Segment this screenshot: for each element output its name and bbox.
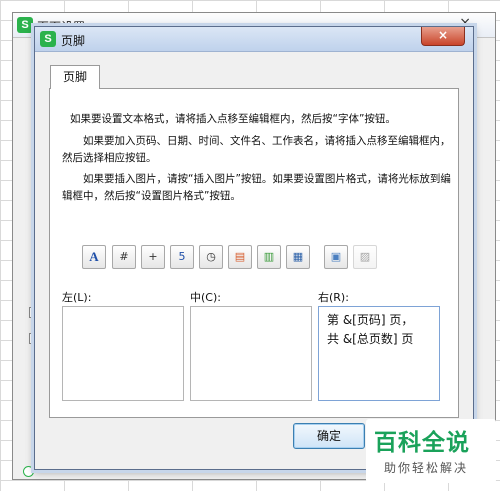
center-section-label: 中(C):	[190, 291, 221, 304]
tab-footer[interactable]: 页脚	[50, 65, 100, 89]
left-section-editor[interactable]	[62, 306, 184, 401]
instruction-text: 如果要加入页码、日期、时间、文件名、工作表名，请将插入点移至编辑框内，然后选择相…	[62, 135, 451, 164]
instruction-text: 如果要设置文本格式，请将插入点移至编辑框内，然后按“字体”按钮。	[70, 113, 396, 125]
footer-tab-panel: 如果要设置文本格式，请将插入点移至编辑框内，然后按“字体”按钮。 如果要加入页码…	[49, 88, 459, 418]
date-icon[interactable]: 5	[170, 245, 194, 269]
right-section-label: 右(R):	[318, 291, 349, 304]
ok-button[interactable]: 确定	[293, 423, 365, 449]
sheet-name-icon[interactable]: ▦	[286, 245, 310, 269]
page-setup-radio[interactable]	[23, 466, 34, 477]
center-section-editor[interactable]	[190, 306, 312, 401]
file-path-icon[interactable]: ▤	[228, 245, 252, 269]
close-button[interactable]: ×	[421, 27, 465, 46]
footer-dialog-title: 页脚	[61, 34, 86, 48]
time-icon[interactable]: ◷	[199, 245, 223, 269]
watermark-subtitle: 助你轻松解决	[384, 461, 469, 475]
right-section-editor[interactable]: 第 &[页码] 页， 共 &[总页数] 页	[318, 306, 440, 401]
page-number-icon[interactable]: #	[112, 245, 136, 269]
font-icon[interactable]: A	[82, 245, 106, 269]
insert-picture-icon[interactable]: ▣	[324, 245, 348, 269]
watermark-logo: 百科全说 助你轻松解决	[366, 419, 496, 483]
wps-logo-icon: S	[40, 31, 56, 47]
footer-dialog-title-bar: S 页脚 ×	[35, 27, 473, 52]
total-pages-icon[interactable]: +	[141, 245, 165, 269]
watermark-title: 百科全说	[374, 430, 470, 456]
footer-dialog: S 页脚 × 页脚 如果要设置文本格式，请将插入点移至编辑框内，然后按“字体”按…	[34, 26, 474, 470]
file-name-icon[interactable]: ▥	[257, 245, 281, 269]
left-section-label: 左(L):	[62, 291, 92, 304]
instruction-text: 如果要插入图片，请按“插入图片”按钮。如果要设置图片格式，请将光标放到编辑框中，…	[62, 173, 451, 202]
format-picture-icon[interactable]: ▨	[353, 245, 377, 269]
right-section-text: 第 &[页码] 页， 共 &[总页数] 页	[327, 313, 414, 346]
wps-logo-icon: S	[17, 17, 33, 33]
